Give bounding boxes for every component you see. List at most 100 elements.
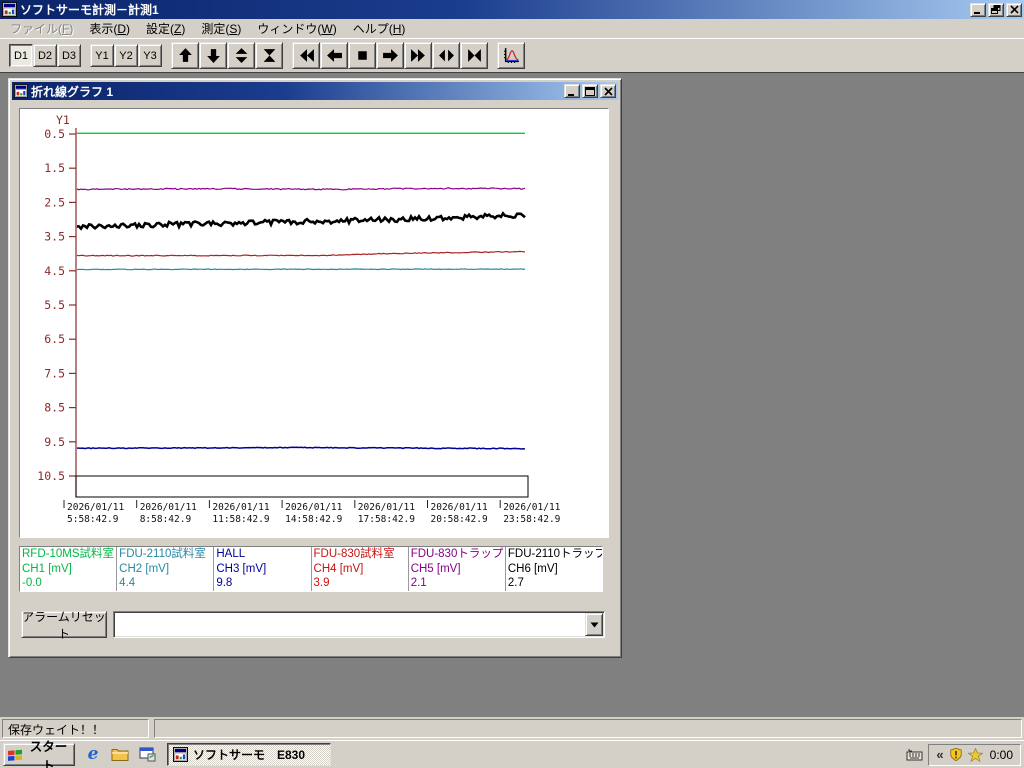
main-window-title: ソフトサーモ計測－計測1 — [20, 3, 159, 17]
svg-text:4.5: 4.5 — [44, 264, 65, 278]
svg-text:3.5: 3.5 — [44, 230, 65, 244]
menu-window[interactable]: ウィンドウ(W) — [249, 18, 344, 39]
menubar: ファイル(F) 表示(D) 設定(Z) 測定(S) ウィンドウ(W) ヘルプ(H) — [0, 19, 1024, 38]
svg-text:5.5: 5.5 — [44, 298, 65, 312]
fast-rewind-button[interactable] — [292, 42, 320, 69]
channel-cell-ch3: HALL CH3 [mV] 9.8 — [214, 547, 312, 591]
tool-button-y2[interactable]: Y2 — [114, 44, 138, 67]
line-chart: 0.5 1.5 2.5 3.5 4.5 5.5 6.5 7.5 8.5 9.5 10.5 Y1 2026… — [37, 113, 560, 525]
taskbar-task-button[interactable]: ソフトサーモ E830 — [167, 743, 331, 766]
expand-horizontal-button[interactable] — [432, 42, 460, 69]
alarm-reset-button[interactable]: アラームリセット — [21, 610, 107, 641]
show-desktop-launcher[interactable] — [137, 745, 157, 765]
menu-measure[interactable]: 測定(S) — [193, 18, 249, 39]
hourglass-icon — [261, 47, 278, 64]
svg-text:14:58:42.9: 14:58:42.9 — [285, 514, 342, 525]
fast-forward-button[interactable] — [404, 42, 432, 69]
shield-icon[interactable] — [949, 747, 963, 762]
toolbar-group — [292, 42, 488, 69]
status-message: 保存ウェイト！！ — [2, 719, 149, 738]
internet-explorer-icon: e — [87, 744, 99, 764]
graph-window-titlebar: 折れ線グラフ 1 — [12, 82, 618, 100]
expand-vertical-icon — [233, 47, 250, 64]
minimize-button[interactable] — [970, 2, 986, 17]
star-icon[interactable] — [967, 747, 983, 762]
arrow-right-button[interactable] — [376, 42, 404, 69]
channel-cell-ch5: FDU-830トラップ CH5 [mV] 2.1 — [409, 547, 506, 591]
menu-file[interactable]: ファイル(F) — [2, 18, 81, 39]
arrow-right-icon — [382, 47, 399, 64]
menu-settings[interactable]: 設定(Z) — [138, 18, 193, 39]
channel-value: 4.4 — [119, 577, 136, 589]
graph-minimize-button[interactable] — [564, 84, 580, 98]
channel-value: -0.0 — [22, 577, 42, 589]
tool-button-d3[interactable]: D3 — [57, 44, 81, 67]
graph-window-title: 折れ線グラフ 1 — [31, 84, 114, 99]
tool-button-d2[interactable]: D2 — [33, 44, 57, 67]
main-titlebar: ソフトサーモ計測－計測1 — [0, 0, 1024, 19]
chart-button[interactable] — [497, 42, 525, 69]
channel-label: CH2 [mV] — [119, 562, 170, 575]
channel-label: CH1 [mV] — [22, 562, 72, 575]
graph-maximize-button[interactable] — [582, 84, 598, 98]
svg-text:2026/01/11: 2026/01/11 — [140, 502, 197, 513]
channel-value: 2.1 — [410, 577, 427, 589]
svg-text:8:58:42.9: 8:58:42.9 — [140, 514, 192, 525]
channel-label: CH6 [mV] — [507, 562, 558, 575]
svg-text:17:58:42.9: 17:58:42.9 — [358, 514, 415, 525]
tray-panel: « 0:00 — [928, 743, 1021, 766]
toolbar-group — [497, 42, 525, 69]
arrow-left-icon — [326, 47, 343, 64]
channel-label: CH4 [mV] — [313, 562, 364, 575]
restore-button[interactable] — [988, 2, 1004, 17]
collapse-horizontal-icon — [466, 47, 483, 64]
mdi-area: 折れ線グラフ 1 0.5 1.5 2.5 3.5 4.5 5.5 6.5 7.5 8.5 9.5 1… — [0, 72, 1024, 717]
svg-text:2026/01/11: 2026/01/11 — [503, 502, 560, 513]
internet-explorer-launcher[interactable]: e — [83, 745, 103, 765]
svg-text:1.5: 1.5 — [44, 161, 65, 175]
channel-name: FDU-2110試料室 — [119, 548, 206, 560]
combobox-dropdown-button[interactable] — [585, 613, 603, 636]
tool-button-d1[interactable]: D1 — [9, 44, 33, 67]
channel-value: 9.8 — [216, 577, 233, 589]
svg-text:2026/01/11: 2026/01/11 — [67, 502, 124, 513]
channel-name: RFD-10MS試料室 — [22, 548, 115, 560]
arrow-left-button[interactable] — [320, 42, 348, 69]
arrow-up-button[interactable] — [171, 42, 199, 69]
svg-text:2026/01/11: 2026/01/11 — [431, 502, 488, 513]
menu-view[interactable]: 表示(D) — [81, 18, 138, 39]
channel-name: FDU-2110トラップ — [507, 548, 603, 560]
stop-icon — [354, 47, 371, 64]
graph-close-button[interactable] — [600, 84, 616, 98]
tool-button-y3[interactable]: Y3 — [138, 44, 162, 67]
fast-forward-icon — [410, 47, 427, 64]
collapse-horizontal-button[interactable] — [460, 42, 488, 69]
toolbar: D1 D2 D3 Y1 Y2 Y3 — [0, 38, 1024, 72]
windows-flag-icon — [7, 748, 23, 762]
arrow-down-button[interactable] — [199, 42, 227, 69]
folder-icon — [111, 747, 129, 762]
stop-button[interactable] — [348, 42, 376, 69]
svg-text:10.5: 10.5 — [37, 469, 65, 483]
folder-launcher[interactable] — [110, 745, 130, 765]
close-button[interactable] — [1006, 2, 1022, 17]
hourglass-button[interactable] — [255, 42, 283, 69]
start-button[interactable]: スタート — [3, 740, 75, 768]
menu-help[interactable]: ヘルプ(H) — [345, 18, 414, 39]
alarm-combobox[interactable] — [113, 611, 605, 638]
keyboard-icon[interactable] — [906, 748, 923, 761]
expand-vertical-button[interactable] — [227, 42, 255, 69]
app-icon — [2, 2, 17, 17]
chevron-down-icon — [590, 622, 598, 627]
chevron-left-icon[interactable]: « — [936, 748, 943, 761]
tray-clock: 0:00 — [989, 747, 1013, 762]
arrow-down-icon — [205, 47, 222, 64]
status-panel-secondary — [154, 719, 1022, 738]
quick-launch: e — [83, 745, 157, 765]
tool-button-y1[interactable]: Y1 — [90, 44, 114, 67]
svg-text:8.5: 8.5 — [44, 401, 65, 415]
channel-label: CH3 [mV] — [216, 562, 267, 575]
channel-name: FDU-830トラップ — [410, 548, 504, 560]
toolbar-group: Y1 Y2 Y3 — [90, 44, 162, 67]
desktop: ソフトサーモ計測－計測1 ファイル(F) 表示(D) 設定(Z) 測定(S) ウィンドウ… — [0, 0, 1024, 768]
